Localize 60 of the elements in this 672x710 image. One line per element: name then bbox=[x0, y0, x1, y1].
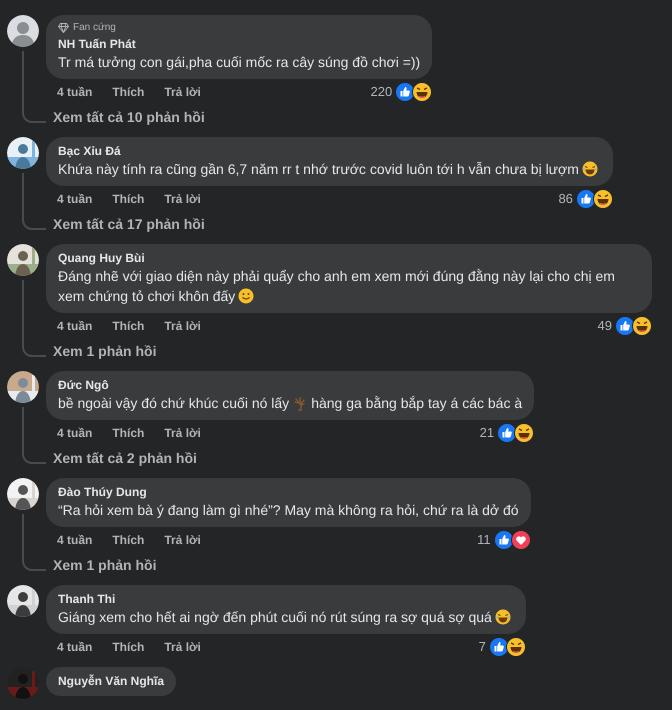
view-replies-link[interactable]: Xem tất cả 2 phản hồi bbox=[53, 448, 197, 468]
thread-line bbox=[22, 407, 46, 464]
comment-text: Đáng nhẽ với giao diện này phải quẩy cho anh em xem mới đúng đằng này lại cho chị em xem chứng tỏ chơi khôn đấy bbox=[58, 268, 615, 304]
reply-link[interactable]: Trả lời bbox=[164, 638, 201, 656]
reply-link[interactable]: Trả lời bbox=[164, 531, 201, 549]
timestamp-link[interactable]: 4 tuần bbox=[57, 317, 92, 335]
thread-line bbox=[22, 173, 46, 230]
like-link[interactable]: Thích bbox=[112, 638, 144, 656]
reply-link[interactable]: Trả lời bbox=[164, 83, 201, 101]
comment-text: Giáng xem cho hết ai ngờ đến phút cuối nó rút súng ra sợ quá sợ quá bbox=[58, 609, 514, 625]
laughing-emoji-icon bbox=[582, 161, 598, 177]
diamond-icon bbox=[58, 22, 69, 32]
author-name[interactable]: Bạc Xỉu Đá bbox=[58, 143, 601, 159]
badge-label: Fan cứng bbox=[73, 21, 116, 34]
reaction-count[interactable]: 21 bbox=[480, 423, 494, 443]
author-name[interactable]: Đức Ngô bbox=[58, 377, 522, 393]
comment-text: Khứa này tính ra cũng gần 6,7 năm rr t nhớ trước covid luôn tới h vẫn chưa bị lượm bbox=[58, 161, 601, 177]
like-icon bbox=[488, 637, 509, 657]
author-name[interactable]: Quang Huy Bùi bbox=[58, 250, 640, 266]
comment-text: Tr má tưởng con gái,pha cuối mốc ra cây súng đồ chơi =)) bbox=[58, 54, 420, 70]
avatar-icon[interactable] bbox=[7, 15, 39, 47]
reaction-count[interactable]: 220 bbox=[370, 82, 392, 102]
like-icon bbox=[494, 530, 514, 550]
thread-line bbox=[22, 514, 46, 571]
view-replies-link[interactable]: Xem tất cả 17 phản hồi bbox=[53, 214, 205, 234]
timestamp-link[interactable]: 4 tuần bbox=[57, 83, 92, 101]
timestamp-link[interactable]: 4 tuần bbox=[57, 638, 92, 656]
like-icon bbox=[576, 189, 596, 209]
reaction-count[interactable]: 49 bbox=[598, 316, 612, 336]
author-name[interactable]: Nguyễn Văn Nghĩa bbox=[58, 673, 164, 689]
author-name[interactable]: Thanh Thi bbox=[58, 591, 514, 607]
like-link[interactable]: Thích bbox=[112, 424, 144, 442]
laughing-face-icon bbox=[632, 316, 652, 336]
like-link[interactable]: Thích bbox=[112, 83, 144, 101]
laughing-face-icon bbox=[412, 82, 432, 102]
author-name[interactable]: Đào Thúy Dung bbox=[58, 484, 519, 500]
like-link[interactable]: Thích bbox=[112, 317, 144, 335]
comment-text: hàng ga bằng bắp tay á các bác à bbox=[311, 395, 522, 411]
smiling-emoji-icon bbox=[238, 288, 254, 304]
like-link[interactable]: Thích bbox=[112, 190, 144, 208]
view-replies-link[interactable]: Xem tất cả 10 phản hồi bbox=[53, 107, 205, 127]
laughing-face-icon bbox=[506, 637, 526, 657]
like-link[interactable]: Thích bbox=[112, 531, 144, 549]
reaction-count[interactable]: 11 bbox=[477, 530, 491, 550]
reply-link[interactable]: Trả lời bbox=[164, 424, 201, 442]
reaction-count[interactable]: 86 bbox=[558, 189, 573, 209]
reaction-count[interactable]: 7 bbox=[478, 637, 486, 657]
timestamp-link[interactable]: 4 tuần bbox=[57, 424, 92, 442]
reply-link[interactable]: Trả lời bbox=[164, 190, 201, 208]
timestamp-link[interactable]: 4 tuần bbox=[57, 190, 92, 208]
laughing-face-icon bbox=[592, 189, 613, 209]
author-name[interactable]: NH Tuấn Phát bbox=[58, 36, 420, 52]
laughing-emoji-icon bbox=[494, 609, 511, 625]
view-replies-link[interactable]: Xem 1 phản hồi bbox=[53, 555, 156, 575]
laughing-face-icon bbox=[514, 423, 534, 443]
timestamp-link[interactable]: 4 tuần bbox=[57, 531, 92, 549]
reply-link[interactable]: Trả lời bbox=[164, 317, 201, 335]
view-replies-link[interactable]: Xem 1 phản hồi bbox=[53, 341, 156, 361]
comment-text: “Ra hỏi xem bà ý đang làm gì nhé”? May mà không ra hỏi, chứ ra là dở đó bbox=[58, 502, 519, 518]
comment-text: bề ngoài vậy đó chứ khúc cuối nó lấy bbox=[58, 395, 290, 411]
